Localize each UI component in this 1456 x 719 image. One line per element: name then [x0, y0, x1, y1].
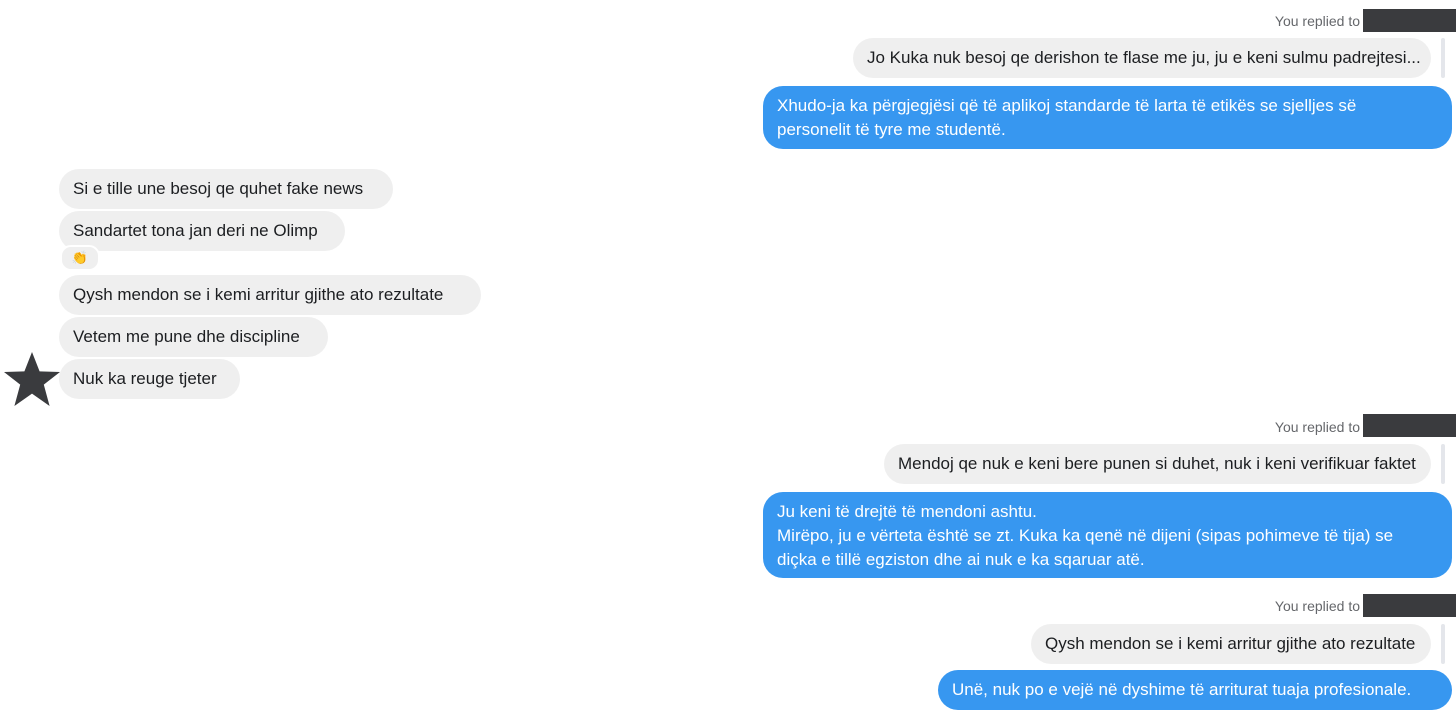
replied-to-label: You replied to: [1274, 419, 1360, 435]
clap-reaction[interactable]: 👏: [60, 245, 100, 271]
quote-bar: [1441, 444, 1445, 484]
sent-message[interactable]: Xhudo-ja ka përgjegjësi që të aplikoj st…: [763, 86, 1452, 149]
quoted-message[interactable]: Jo Kuka nuk besoj qe derishon te flase m…: [853, 38, 1431, 78]
sent-message[interactable]: Ju keni të drejtë të mendoni ashtu. Mirë…: [763, 492, 1452, 578]
quote-bar: [1441, 38, 1445, 78]
quote-bar: [1441, 624, 1445, 664]
received-message[interactable]: Vetem me pune dhe discipline: [59, 317, 328, 357]
redacted-name: [1363, 594, 1456, 617]
received-message[interactable]: Sandartet tona jan deri ne Olimp: [59, 211, 345, 251]
redacted-name: [1363, 9, 1456, 32]
received-message[interactable]: Si e tille une besoj qe quhet fake news: [59, 169, 393, 209]
redacted-name: [1363, 414, 1456, 437]
star-avatar-icon[interactable]: [2, 350, 62, 410]
chat-thread: You replied to Jo Kuka nuk besoj qe deri…: [0, 0, 1456, 719]
sent-message[interactable]: Unë, nuk po e vejë në dyshime të arritur…: [938, 670, 1452, 710]
quoted-message[interactable]: Qysh mendon se i kemi arritur gjithe ato…: [1031, 624, 1431, 664]
replied-to-label: You replied to: [1274, 13, 1360, 29]
received-message[interactable]: Nuk ka reuge tjeter: [59, 359, 240, 399]
replied-to-label: You replied to: [1274, 598, 1360, 614]
received-message[interactable]: Qysh mendon se i kemi arritur gjithe ato…: [59, 275, 481, 315]
quoted-message[interactable]: Mendoj qe nuk e keni bere punen si duhet…: [884, 444, 1431, 484]
